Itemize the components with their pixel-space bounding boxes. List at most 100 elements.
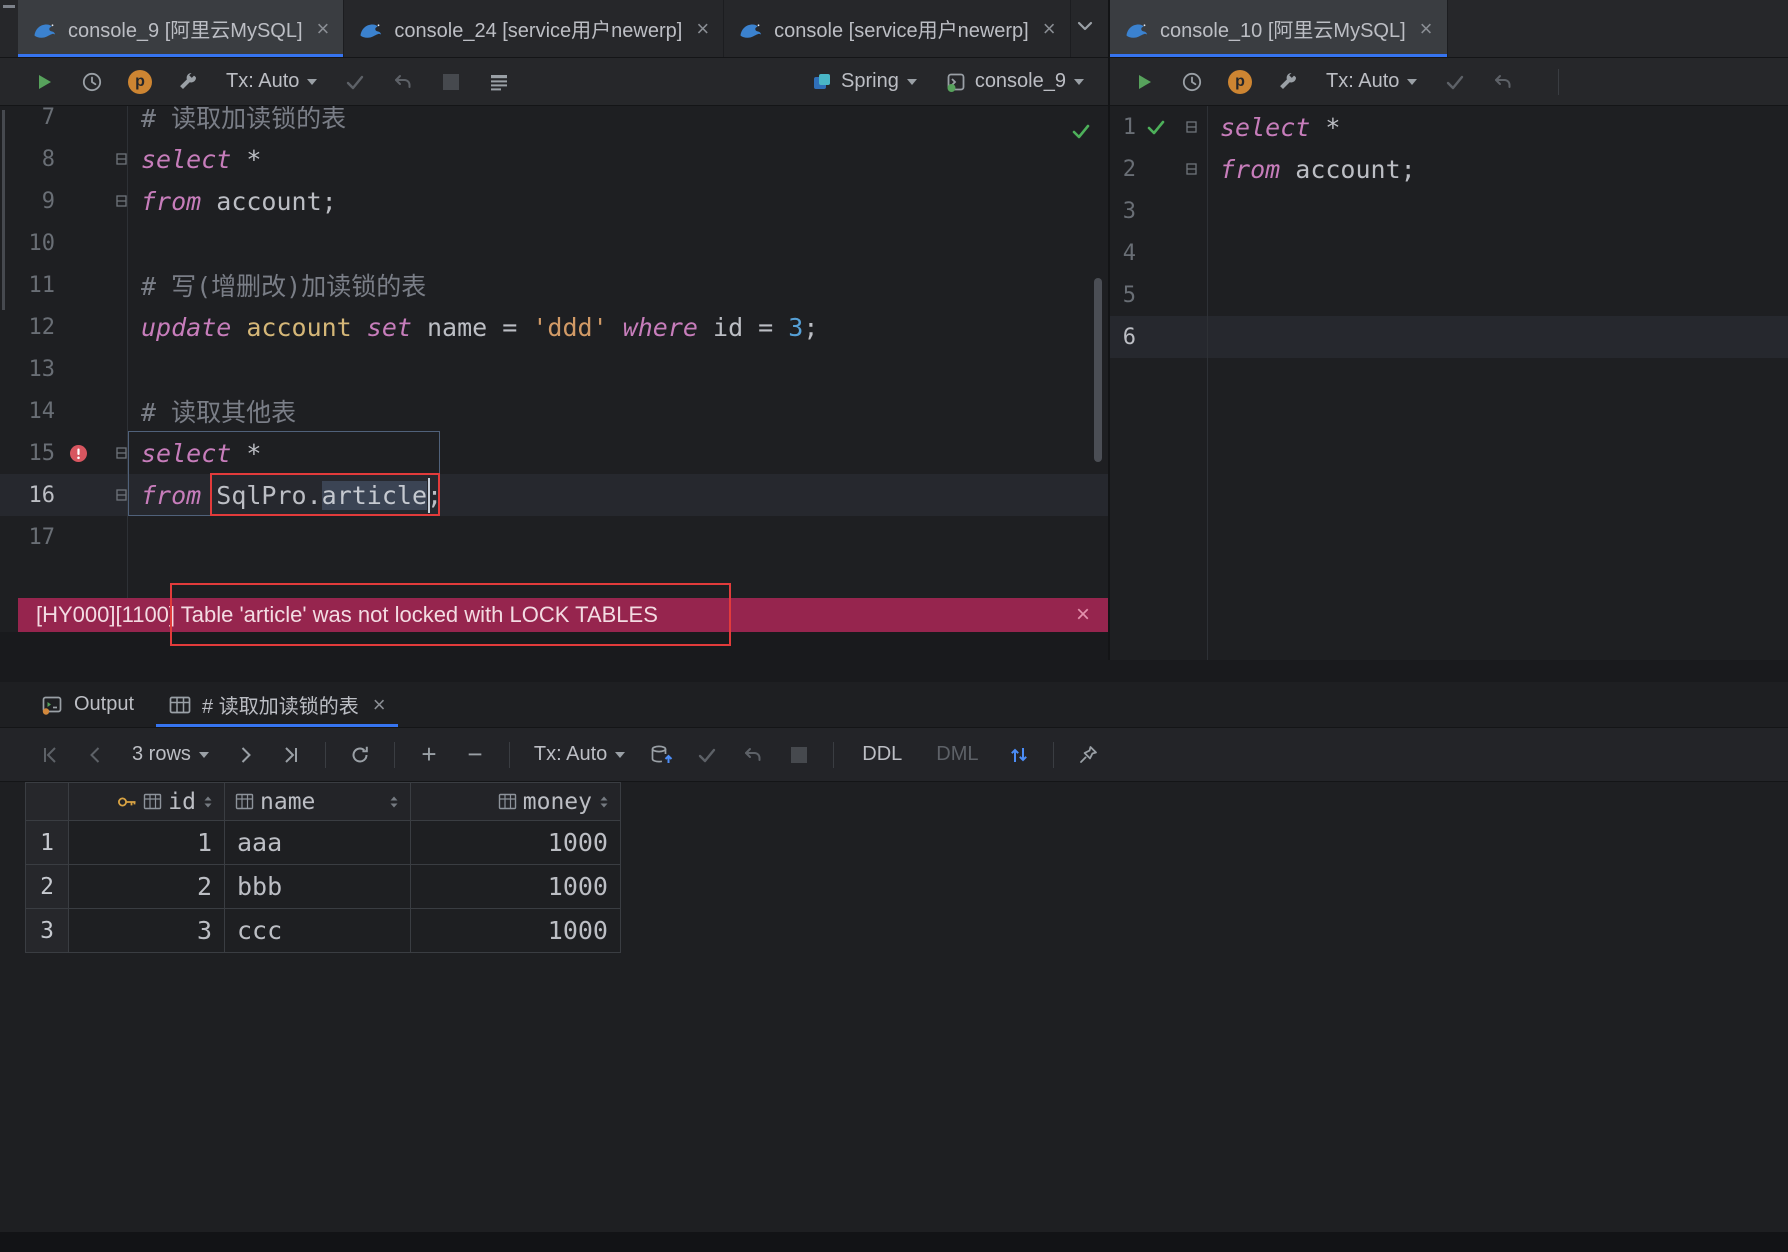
- close-icon[interactable]: ×: [1043, 17, 1056, 40]
- fold-icon[interactable]: [1185, 121, 1197, 133]
- tx-mode-dropdown[interactable]: Tx: Auto: [216, 64, 327, 100]
- tx-mode-dropdown[interactable]: Tx: Auto: [524, 737, 635, 773]
- wrench-icon[interactable]: [168, 64, 208, 100]
- tx-mode-dropdown[interactable]: Tx: Auto: [1316, 64, 1427, 100]
- cell-id[interactable]: 2: [69, 865, 225, 909]
- profiler-icon[interactable]: p: [120, 64, 160, 100]
- code-line[interactable]: 7 # 读取加读锁的表: [0, 106, 1108, 138]
- close-icon[interactable]: ×: [1076, 603, 1090, 627]
- code-line[interactable]: 1 select *: [1110, 106, 1788, 148]
- schema-selector[interactable]: Spring: [801, 64, 927, 100]
- code-line[interactable]: 4: [1110, 232, 1788, 274]
- fold-marker: [1176, 163, 1206, 175]
- chevron-down-icon[interactable]: [1074, 15, 1096, 42]
- cell-money[interactable]: 1000: [411, 865, 621, 909]
- cell-name[interactable]: bbb: [225, 865, 411, 909]
- code-line[interactable]: 8 select *: [0, 138, 1108, 180]
- mysql-icon: [1126, 23, 1148, 38]
- ddl-button[interactable]: DDL: [848, 743, 916, 766]
- clock-icon[interactable]: [1172, 64, 1212, 100]
- add-row-icon[interactable]: +: [409, 739, 449, 770]
- editor-left[interactable]: 7 # 读取加读锁的表 8 select * 9 from account; 10 11 # 写…: [0, 106, 1108, 598]
- fold-icon[interactable]: [115, 489, 127, 501]
- code-line[interactable]: 10: [0, 222, 1108, 264]
- fold-icon[interactable]: [115, 447, 127, 459]
- panel-gap: [0, 632, 1108, 660]
- table-row[interactable]: 3 3 ccc 1000: [26, 909, 621, 953]
- tab-output[interactable]: Output: [28, 682, 146, 727]
- code-line[interactable]: 6: [1110, 316, 1788, 358]
- session-selector[interactable]: console_9: [935, 64, 1094, 100]
- cell-money[interactable]: 1000: [411, 821, 621, 865]
- rollback-icon[interactable]: [383, 64, 423, 100]
- table-grid-icon: [498, 793, 516, 810]
- column-header-name[interactable]: name: [225, 783, 411, 821]
- editor-tab[interactable]: console_9 [阿里云MySQL] ×: [18, 0, 345, 57]
- code-line[interactable]: 3: [1110, 190, 1788, 232]
- tab-result[interactable]: # 读取加读锁的表 ×: [156, 682, 398, 727]
- code-line[interactable]: 11 # 写(增删改)加读锁的表: [0, 264, 1108, 306]
- stop-icon[interactable]: [431, 64, 471, 100]
- code-line[interactable]: 12 update account set name = 'ddd' where …: [0, 306, 1108, 348]
- page-size-dropdown[interactable]: 3 rows: [122, 737, 219, 773]
- code-text: # 读取其他表: [141, 398, 297, 427]
- table-row[interactable]: 2 2 bbb 1000: [26, 865, 621, 909]
- fold-icon[interactable]: [1185, 163, 1197, 175]
- table-grid-icon: [235, 793, 254, 810]
- left-scrollbar[interactable]: [2, 110, 5, 310]
- code-line[interactable]: 14 # 读取其他表: [0, 390, 1108, 432]
- sort-icon[interactable]: [388, 794, 400, 810]
- first-page-icon[interactable]: [30, 737, 70, 773]
- rollback-icon[interactable]: [1483, 64, 1523, 100]
- editor-right[interactable]: 1 select * 2 from account; 3 4 5 6: [1110, 106, 1788, 660]
- code-line[interactable]: 2 from account;: [1110, 148, 1788, 190]
- cell-name[interactable]: aaa: [225, 821, 411, 865]
- scrollbar-thumb[interactable]: [1094, 278, 1102, 462]
- wrench-icon[interactable]: [1268, 64, 1308, 100]
- run-icon[interactable]: [1124, 64, 1164, 100]
- sort-icon[interactable]: [202, 794, 214, 810]
- fold-icon[interactable]: [115, 195, 127, 207]
- result-view-icon[interactable]: [479, 64, 519, 100]
- editor-tab[interactable]: console_24 [service用户newerp] ×: [344, 0, 725, 57]
- column-header-id[interactable]: id: [69, 783, 225, 821]
- compare-icon[interactable]: [999, 737, 1039, 773]
- code-line[interactable]: 13: [0, 348, 1108, 390]
- stop-icon[interactable]: [779, 737, 819, 773]
- code-line[interactable]: 16 from SqlPro.article;: [0, 474, 1108, 516]
- delete-row-icon[interactable]: −: [455, 739, 495, 770]
- fold-icon[interactable]: [115, 153, 127, 165]
- prev-page-icon[interactable]: [76, 737, 116, 773]
- cell-id[interactable]: 1: [69, 821, 225, 865]
- code-line[interactable]: 17: [0, 516, 1108, 558]
- next-page-icon[interactable]: [225, 737, 265, 773]
- profiler-icon[interactable]: p: [1220, 64, 1260, 100]
- pin-icon[interactable]: [1068, 737, 1108, 773]
- editor-tab[interactable]: console [service用户newerp] ×: [724, 0, 1071, 57]
- commit-check-icon[interactable]: [1435, 64, 1475, 100]
- code-line[interactable]: 15 select *: [0, 432, 1108, 474]
- submit-db-icon[interactable]: [641, 737, 681, 773]
- code-line[interactable]: 9 from account;: [0, 180, 1108, 222]
- cell-name[interactable]: ccc: [225, 909, 411, 953]
- last-page-icon[interactable]: [271, 737, 311, 773]
- code-line[interactable]: 5: [1110, 274, 1788, 316]
- refresh-icon[interactable]: [340, 737, 380, 773]
- dml-button[interactable]: DML: [922, 743, 992, 766]
- fold-marker: [101, 195, 141, 207]
- clock-icon[interactable]: [72, 64, 112, 100]
- close-icon[interactable]: ×: [317, 17, 330, 40]
- run-icon[interactable]: [24, 64, 64, 100]
- cell-money[interactable]: 1000: [411, 909, 621, 953]
- column-header-money[interactable]: money: [411, 783, 621, 821]
- close-icon[interactable]: ×: [696, 17, 709, 40]
- rollback-icon[interactable]: [733, 737, 773, 773]
- sort-icon[interactable]: [598, 794, 610, 810]
- close-icon[interactable]: ×: [1420, 17, 1433, 40]
- table-row[interactable]: 1 1 aaa 1000: [26, 821, 621, 865]
- commit-check-icon[interactable]: [335, 64, 375, 100]
- close-icon[interactable]: ×: [373, 693, 386, 716]
- editor-tab[interactable]: console_10 [阿里云MySQL] ×: [1110, 0, 1448, 57]
- commit-check-icon[interactable]: [687, 737, 727, 773]
- cell-id[interactable]: 3: [69, 909, 225, 953]
